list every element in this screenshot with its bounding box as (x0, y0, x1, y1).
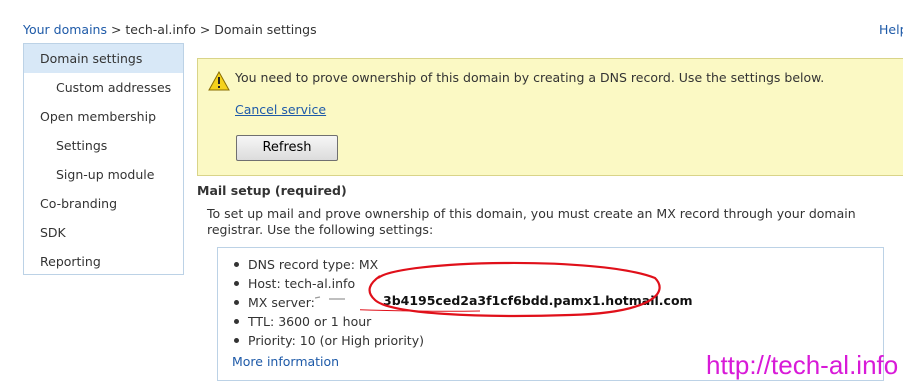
list-item: Priority: 10 (or High priority) (232, 331, 424, 350)
sidebar-item-custom-addresses[interactable]: Custom addresses (24, 73, 183, 102)
sidebar-item-open-membership[interactable]: Open membership (24, 102, 183, 131)
more-information-link[interactable]: More information (232, 354, 339, 369)
watermark-url: http://tech-al.info (706, 350, 899, 380)
warning-panel: You need to prove ownership of this doma… (197, 58, 903, 176)
breadcrumb-current: Domain settings (214, 22, 317, 37)
mx-server-value: 3b4195ced2a3f1cf6bdd.pamx1.hotmail.com (383, 293, 693, 308)
warning-icon (208, 71, 230, 91)
cancel-service-link[interactable]: Cancel service (235, 102, 326, 117)
list-item: DNS record type: MX (232, 255, 424, 274)
breadcrumb-separator: > (106, 22, 126, 37)
breadcrumb-domain: tech-al.info (125, 22, 196, 37)
sidebar: Domain settings Custom addresses Open me… (23, 43, 184, 275)
mail-setup-description: To set up mail and prove ownership of th… (207, 206, 856, 237)
list-item: TTL: 3600 or 1 hour (232, 312, 424, 331)
warning-message: You need to prove ownership of this doma… (235, 70, 825, 85)
mail-setup-heading: Mail setup (required) (197, 183, 347, 198)
sidebar-item-sign-up-module[interactable]: Sign-up module (24, 160, 183, 189)
breadcrumb: Your domains > tech-al.info > Domain set… (23, 22, 317, 37)
sidebar-item-domain-settings[interactable]: Domain settings (24, 44, 183, 73)
redacted-text (315, 296, 345, 300)
sidebar-item-reporting[interactable]: Reporting (24, 247, 183, 276)
sidebar-item-sdk[interactable]: SDK (24, 218, 183, 247)
breadcrumb-your-domains-link[interactable]: Your domains (23, 22, 107, 37)
refresh-button[interactable]: Refresh (236, 135, 338, 161)
sidebar-item-settings[interactable]: Settings (24, 131, 183, 160)
sidebar-item-co-branding[interactable]: Co-branding (24, 189, 183, 218)
breadcrumb-separator: > (195, 22, 215, 37)
help-link[interactable]: Help (879, 22, 903, 37)
list-item: Host: tech-al.info (232, 274, 424, 293)
